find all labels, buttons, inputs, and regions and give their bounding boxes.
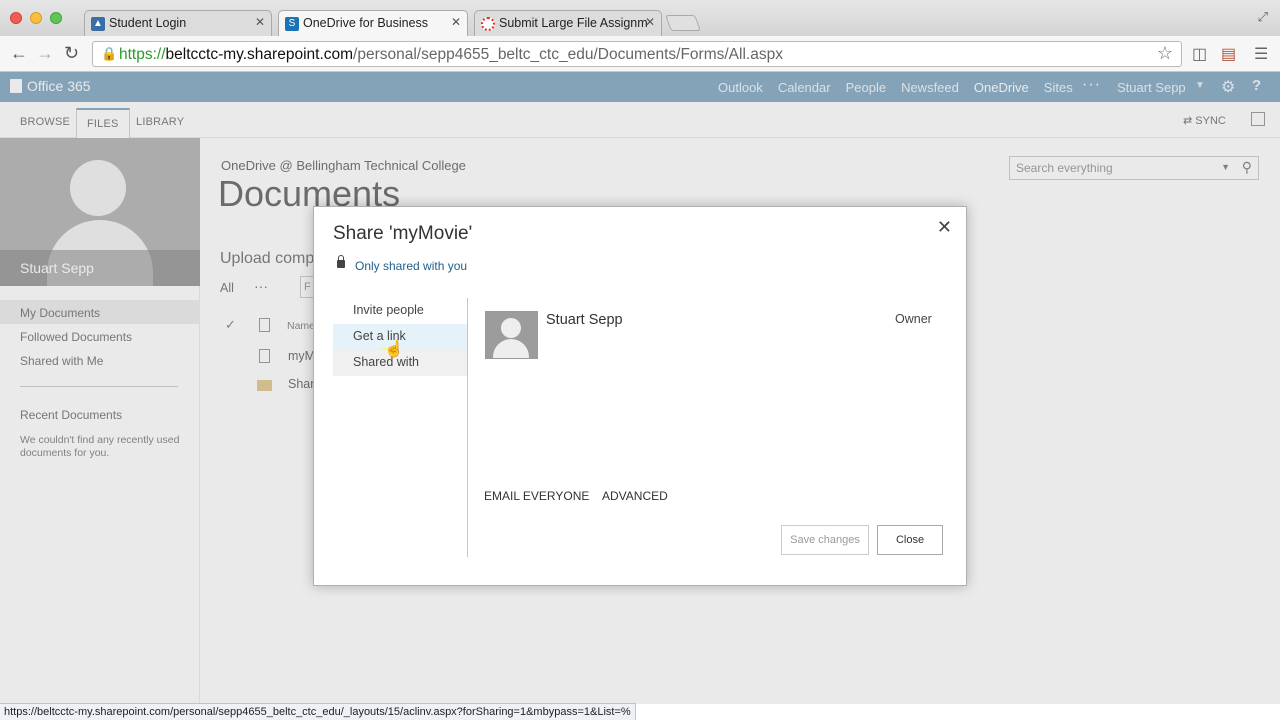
advanced-link[interactable]: ADVANCED [602, 489, 668, 503]
browser-tab-submit-assignment[interactable]: Submit Large File Assignm ✕ [474, 10, 662, 36]
avatar [485, 311, 538, 359]
url-host: beltcctc-my.sharepoint.com [165, 46, 354, 63]
hand-cursor-icon: ☝ [384, 341, 404, 358]
avatar-head [501, 318, 521, 338]
secure-lock-icon: 🔒 [101, 46, 118, 61]
sharepoint-favicon: S [285, 17, 299, 31]
share-options-menu: Invite people Get a link Shared with [333, 298, 468, 557]
browser-tab-student-login[interactable]: ▲ Student Login ✕ [84, 10, 272, 36]
back-arrow-icon[interactable]: ← [10, 44, 28, 62]
fullscreen-icon[interactable]: ⤢ [1258, 9, 1268, 25]
reload-icon[interactable]: ↻ [64, 44, 79, 62]
tab-title: Student Login [109, 16, 187, 30]
browser-tab-onedrive[interactable]: S OneDrive for Business ✕ [278, 10, 468, 36]
save-changes-button[interactable]: Save changes [781, 525, 869, 555]
close-tab-icon[interactable]: ✕ [451, 15, 461, 29]
forward-arrow-icon[interactable]: → [36, 44, 54, 62]
tab-title: Submit Large File Assignm [499, 16, 648, 30]
close-button[interactable]: Close [877, 525, 943, 555]
avatar-body [493, 339, 529, 358]
window-minimize-button[interactable] [30, 12, 42, 24]
close-tab-icon[interactable]: ✕ [255, 15, 265, 29]
menu-invite-people[interactable]: Invite people [333, 298, 467, 324]
address-bar[interactable]: 🔒 https://beltcctc-my.sharepoint.com/per… [92, 41, 1182, 67]
bookmark-star-icon[interactable]: ☆ [1157, 43, 1173, 64]
student-login-favicon: ▲ [91, 17, 105, 31]
share-dialog: Share 'myMovie' ✕ Only shared with you I… [313, 206, 967, 586]
browser-toolbar: ← → ↻ 🔒 https://beltcctc-my.sharepoint.c… [0, 36, 1280, 72]
tab-title: OneDrive for Business [303, 16, 429, 30]
lock-icon [337, 255, 345, 268]
sharing-status-link[interactable]: Only shared with you [355, 259, 467, 273]
url-scheme: https:// [119, 46, 166, 63]
url-path: /personal/sepp4655_beltc_ctc_edu/Documen… [353, 46, 783, 63]
browser-tab-bar: ▲ Student Login ✕ S OneDrive for Busines… [0, 0, 1280, 36]
email-everyone-link[interactable]: EMAIL EVERYONE [484, 489, 589, 503]
window-close-button[interactable] [10, 12, 22, 24]
shared-user-name[interactable]: Stuart Sepp [546, 312, 623, 328]
close-icon[interactable]: ✕ [937, 217, 952, 237]
extension-new-icon[interactable]: ▤ [1221, 44, 1236, 64]
status-url: https://beltcctc-my.sharepoint.com/perso… [0, 703, 636, 720]
assignment-favicon [481, 17, 495, 31]
permission-level[interactable]: Owner [895, 312, 932, 326]
new-tab-button[interactable] [665, 15, 701, 31]
reader-icon[interactable]: ◫ [1192, 44, 1207, 64]
menu-icon[interactable]: ☰ [1254, 44, 1268, 64]
close-tab-icon[interactable]: ✕ [645, 15, 655, 29]
dialog-title: Share 'myMovie' [333, 223, 473, 244]
window-zoom-button[interactable] [50, 12, 62, 24]
